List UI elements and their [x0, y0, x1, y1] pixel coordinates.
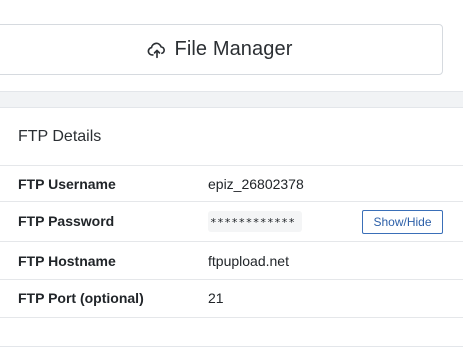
ftp-details-title: FTP Details: [18, 128, 102, 145]
divider: [0, 317, 463, 318]
ftp-password-label: FTP Password: [18, 213, 115, 229]
file-manager-button[interactable]: File Manager: [0, 24, 443, 75]
file-manager-label: File Manager: [174, 38, 293, 60]
ftp-username-value: epiz_26802378: [208, 176, 304, 192]
ftp-port-value: 21: [208, 290, 224, 306]
ftp-port-label: FTP Port (optional): [18, 290, 144, 306]
divider: [0, 241, 463, 242]
ftp-hostname-label: FTP Hostname: [18, 253, 116, 269]
divider: [0, 201, 463, 202]
ftp-password-value: ************: [208, 211, 302, 232]
divider: [0, 279, 463, 280]
ftp-hostname-value: ftpupload.net: [208, 253, 289, 269]
cloud-upload-icon: [147, 40, 167, 60]
show-hide-button[interactable]: Show/Hide: [362, 210, 443, 234]
divider: [0, 165, 463, 166]
ftp-username-label: FTP Username: [18, 176, 116, 192]
